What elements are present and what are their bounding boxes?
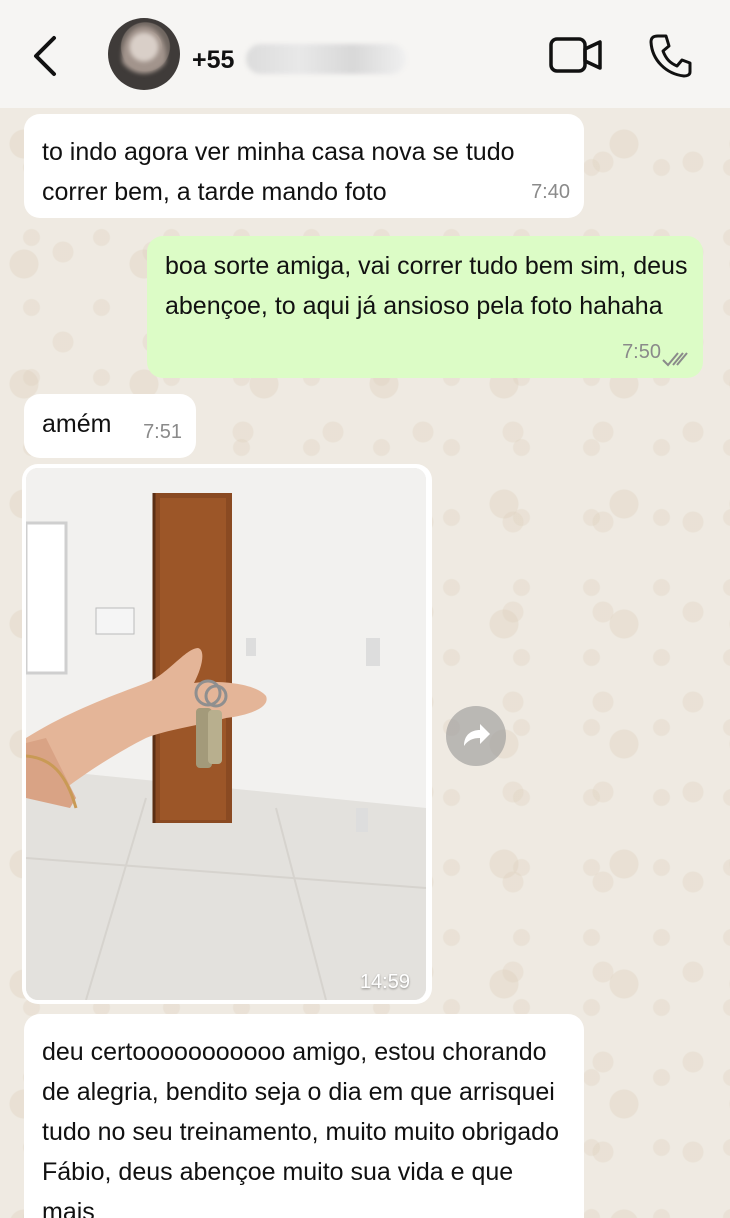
double-check-icon: [662, 352, 688, 367]
photo-content: [26, 468, 426, 1000]
message-bubble-incoming[interactable]: to indo agora ver minha casa nova se tud…: [24, 114, 584, 218]
message-time: 7:40: [531, 181, 570, 203]
message-bubble-incoming[interactable]: amém 7:51: [24, 394, 196, 458]
contact-name-redacted: [246, 44, 406, 74]
chat-header: +55: [0, 0, 730, 108]
message-time: 14:59: [359, 971, 410, 993]
message-text: deu certooooooooooo amigo, estou chorand…: [42, 1038, 559, 1218]
avatar[interactable]: [108, 18, 180, 90]
forward-button[interactable]: [446, 706, 506, 766]
forward-icon: [464, 724, 490, 746]
message-bubble-outgoing[interactable]: boa sorte amiga, vai correr tudo bem sim…: [147, 236, 703, 378]
shared-photo[interactable]: 14:59: [26, 468, 426, 1000]
contact-name[interactable]: +55: [192, 46, 234, 75]
image-message[interactable]: 14:59: [22, 464, 432, 1004]
message-time: 7:51: [143, 421, 182, 443]
message-text: amém: [42, 410, 112, 438]
message-bubble-incoming[interactable]: deu certooooooooooo amigo, estou chorand…: [24, 1014, 584, 1218]
message-list[interactable]: to indo agora ver minha casa nova se tud…: [0, 108, 730, 1218]
video-camera-icon[interactable]: [548, 34, 604, 76]
message-text: boa sorte amiga, vai correr tudo bem sim…: [165, 252, 688, 320]
chevron-left-icon[interactable]: [26, 32, 66, 80]
message-text: to indo agora ver minha casa nova se tud…: [42, 138, 515, 206]
phone-icon[interactable]: [648, 32, 692, 78]
chat-screen: +55 to indo agora ver minha casa nova se…: [0, 0, 730, 1218]
message-time: 7:50: [622, 341, 661, 363]
